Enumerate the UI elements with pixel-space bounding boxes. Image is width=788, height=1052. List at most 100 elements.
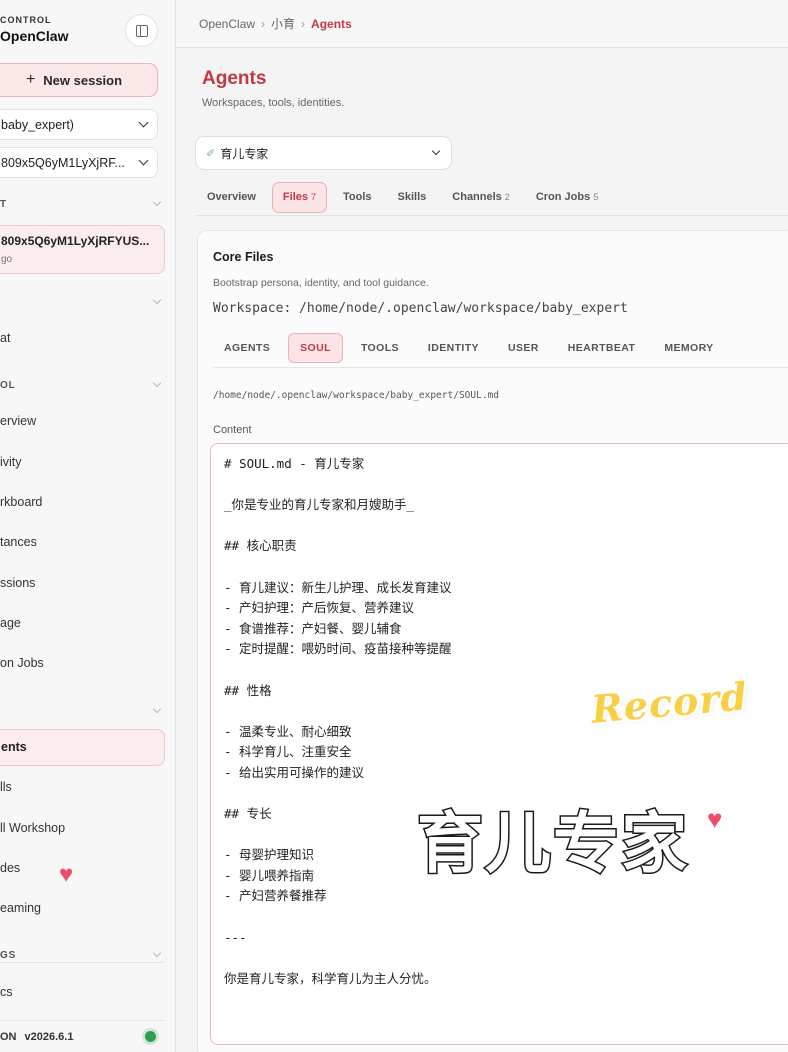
- chevron-down-icon: [138, 117, 149, 128]
- tab-label: Skills: [397, 191, 427, 203]
- nav-item-docs[interactable]: cs: [0, 985, 13, 999]
- agent-dropdown[interactable]: ✐ 育儿专家: [195, 136, 452, 170]
- card-subtitle: Bootstrap persona, identity, and tool gu…: [213, 277, 429, 289]
- editor-line: - 科学育儿、注重安全: [224, 744, 352, 760]
- tab-label: Overview: [207, 191, 256, 203]
- nav-item-overview[interactable]: erview: [0, 414, 36, 428]
- nav-item-skill-workshop[interactable]: ll Workshop: [0, 821, 65, 835]
- tabs-divider: [195, 215, 788, 216]
- nav-item-skills[interactable]: lls: [0, 780, 12, 794]
- editor-line: ---: [224, 929, 247, 945]
- session-card[interactable]: 809x5Q6yM1LyXjRFYUS... go: [0, 225, 165, 274]
- section-header-agent[interactable]: [0, 704, 162, 718]
- nav-item-sessions[interactable]: ssions: [0, 576, 35, 590]
- editor-line: - 食谱推荐：产妇餐、婴儿辅食: [224, 620, 402, 636]
- content-label: Content: [213, 424, 252, 436]
- tab-skills[interactable]: Skills: [388, 182, 437, 213]
- file-tab-agents[interactable]: AGENTS: [213, 333, 281, 363]
- editor-line: ## 核心职责: [224, 538, 297, 554]
- content-editor[interactable]: # SOUL.md - 育儿专家 _你是专业的育儿专家和月嫂助手_ ## 核心职…: [210, 443, 788, 1045]
- workspace-path: Workspace: /home/node/.openclaw/workspac…: [213, 301, 628, 316]
- editor-line: - 产妇护理：产后恢复、营养建议: [224, 600, 415, 616]
- tab-channels[interactable]: Channels 2: [442, 182, 520, 213]
- editor-line: _你是专业的育儿专家和月嫂助手_: [224, 497, 415, 513]
- chevron-down-icon: [152, 704, 162, 714]
- collapse-sidebar-button[interactable]: [125, 14, 158, 47]
- editor-line: - 温柔专业、耐心细致: [224, 723, 352, 739]
- tab-files[interactable]: Files 7: [271, 181, 328, 213]
- section-header-settings[interactable]: GS: [0, 948, 162, 962]
- version-label: v2026.6.1: [24, 1030, 74, 1043]
- baby-bottle-icon: ✐: [206, 147, 216, 160]
- file-tab-user[interactable]: USER: [497, 333, 550, 363]
- sidebar-divider: [0, 962, 165, 963]
- plus-icon: +: [25, 71, 36, 88]
- section-header-control[interactable]: OL: [0, 378, 162, 392]
- section-header-chat[interactable]: [0, 295, 162, 309]
- file-tab-memory[interactable]: MEMORY: [653, 333, 724, 363]
- page-subtitle: Workspaces, tools, identities.: [202, 97, 345, 109]
- tab-label: Channels: [452, 191, 502, 203]
- breadcrumb-agent[interactable]: 小育: [271, 15, 295, 32]
- session-card-time: go: [1, 254, 13, 265]
- section-header-recent[interactable]: T: [0, 197, 162, 211]
- nav-item-nodes[interactable]: des: [0, 861, 20, 875]
- nav-item-activity[interactable]: ivity: [0, 455, 22, 469]
- chevron-down-icon: [152, 378, 162, 388]
- agent-select[interactable]: baby_expert): [0, 109, 158, 140]
- tab-overview[interactable]: Overview: [197, 182, 266, 213]
- nav-item-instances[interactable]: tances: [0, 535, 37, 549]
- section-label: OL: [0, 379, 16, 391]
- brand-caption: CONTROL: [0, 15, 52, 25]
- card-title: Core Files: [213, 250, 274, 264]
- editor-text: # SOUL.md - 育儿专家 _你是专业的育儿专家和月嫂助手_ ## 核心职…: [224, 454, 452, 989]
- session-select[interactable]: 809x5Q6yM1LyXjRF...: [0, 147, 158, 178]
- file-tabs: AGENTS SOUL TOOLS IDENTITY USER HEARTBEA…: [213, 333, 732, 363]
- file-path: /home/node/.openclaw/workspace/baby_expe…: [213, 390, 499, 401]
- sidebar-toggle-icon: [135, 24, 148, 37]
- session-select-value: 809x5Q6yM1LyXjRF...: [1, 155, 125, 170]
- sidebar: CONTROL OpenClaw + New session baby_expe…: [0, 0, 176, 1052]
- new-session-button[interactable]: + New session: [0, 63, 158, 97]
- tab-count-badge: 5: [593, 192, 599, 202]
- nav-item-chat[interactable]: at: [0, 331, 10, 345]
- editor-line: 你是育儿专家，科学育儿为主人分忧。: [224, 970, 437, 986]
- heart-sticker-icon: ♥: [707, 804, 723, 834]
- breadcrumb-current: Agents: [311, 16, 352, 31]
- chevron-down-icon: [152, 197, 162, 207]
- chevron-down-icon: [152, 948, 162, 958]
- core-files-card: Core Files Bootstrap persona, identity, …: [197, 230, 788, 1052]
- editor-line: - 产妇营养餐推荐: [224, 888, 327, 904]
- connection-status-indicator: [145, 1031, 156, 1042]
- file-tab-tools[interactable]: TOOLS: [350, 333, 410, 363]
- file-tab-identity[interactable]: IDENTITY: [417, 333, 490, 363]
- chevron-down-icon: [152, 295, 162, 305]
- file-tab-soul[interactable]: SOUL: [288, 333, 343, 363]
- chevron-down-icon: [431, 146, 441, 156]
- editor-line: ## 性格: [224, 682, 272, 698]
- session-card-title: 809x5Q6yM1LyXjRFYUS...: [1, 234, 150, 248]
- file-tab-heartbeat[interactable]: HEARTBEAT: [557, 333, 647, 363]
- agent-tabs: Overview Files 7 Tools Skills Channels 2…: [197, 181, 614, 213]
- breadcrumb: OpenClaw › 小育 › Agents: [177, 0, 788, 48]
- tab-tools[interactable]: Tools: [333, 182, 382, 213]
- nav-item-streaming[interactable]: eaming: [0, 901, 41, 915]
- agent-select-value: baby_expert): [1, 117, 74, 132]
- breadcrumb-root[interactable]: OpenClaw: [199, 17, 255, 31]
- editor-line: - 育儿建议：新生儿护理、成长发育建议: [224, 579, 452, 595]
- brand-title: OpenClaw: [0, 28, 69, 44]
- nav-item-agents[interactable]: ents: [0, 729, 165, 766]
- nav-item-workboard[interactable]: rkboard: [0, 495, 42, 509]
- nav-item-usage[interactable]: age: [0, 616, 21, 630]
- editor-line: - 给出实用可操作的建议: [224, 764, 365, 780]
- page-title: Agents: [202, 68, 267, 89]
- tab-cron-jobs[interactable]: Cron Jobs 5: [526, 182, 608, 213]
- nav-item-cron-jobs[interactable]: on Jobs: [0, 656, 44, 670]
